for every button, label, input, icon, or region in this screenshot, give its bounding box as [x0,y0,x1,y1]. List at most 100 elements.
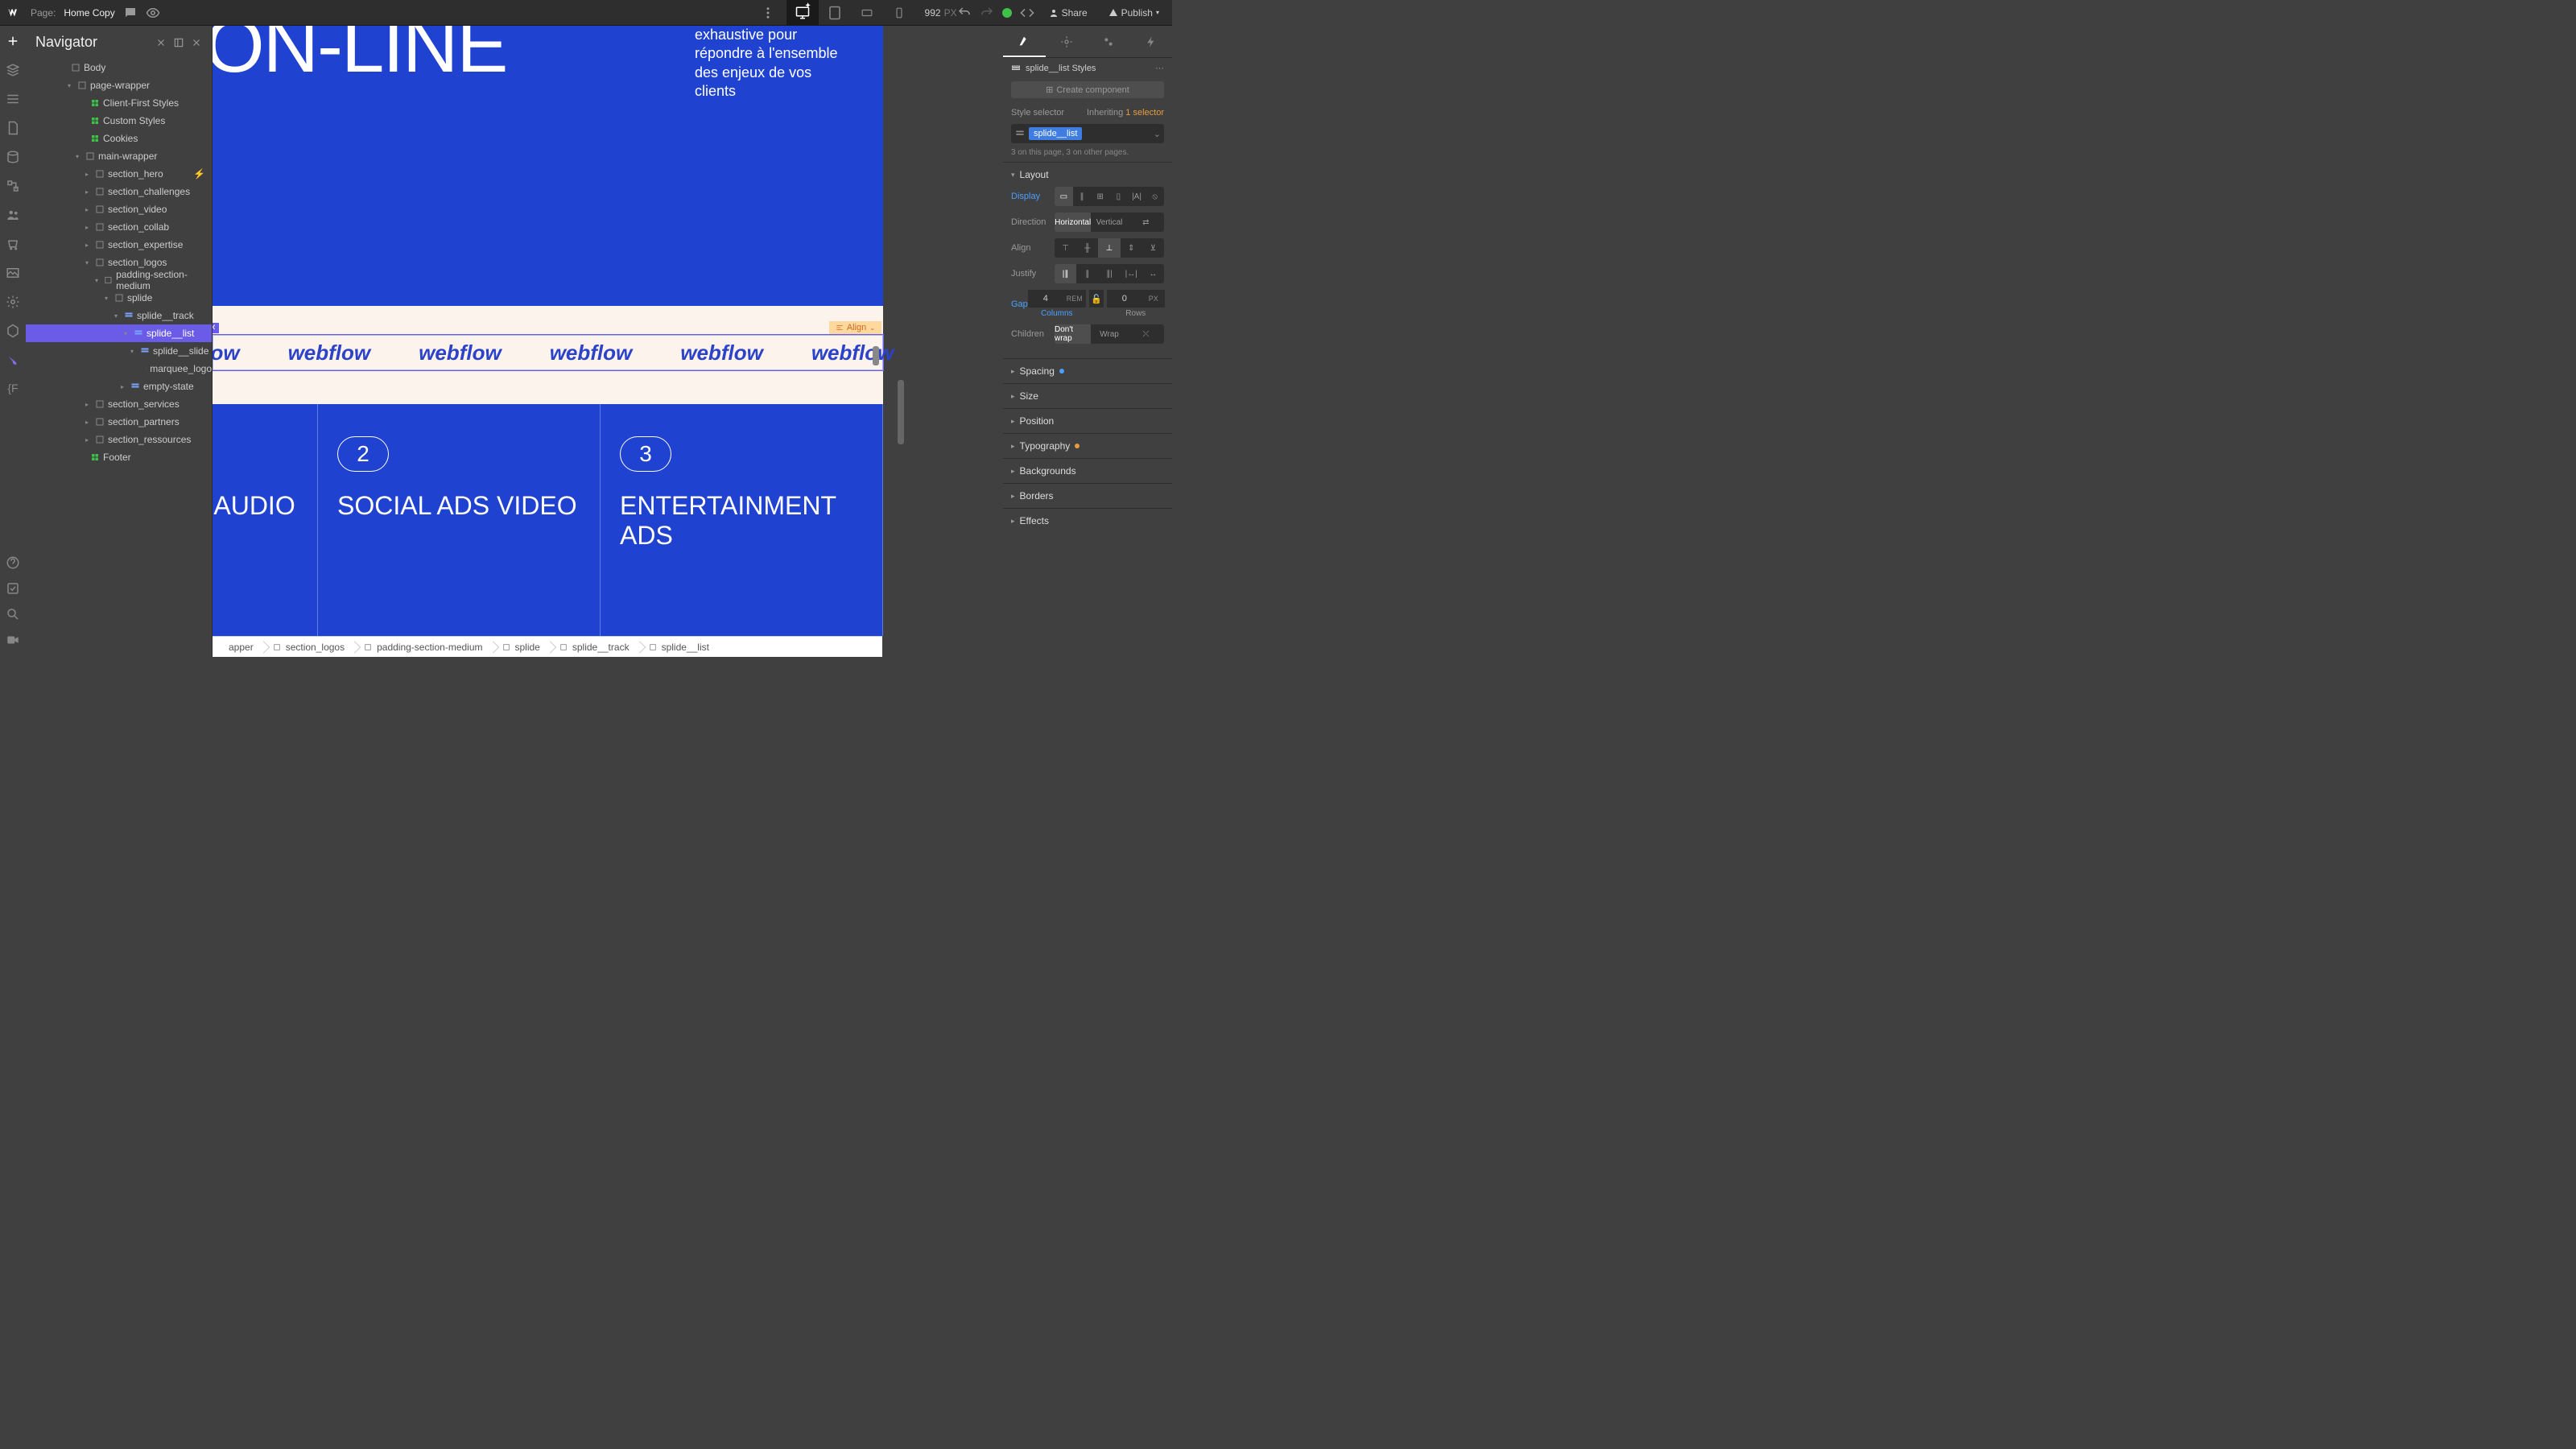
tree-item[interactable]: ▸section_expertise [26,236,212,254]
canvas-scrollbar[interactable] [898,380,904,444]
effects-tab[interactable] [1130,26,1173,57]
settings-icon[interactable] [6,295,20,309]
tree-item[interactable]: ▸empty-state [26,378,212,395]
breadcrumb-item[interactable]: splide [493,637,550,657]
display-inline-button[interactable]: |A| [1128,187,1146,206]
selection-tag[interactable]: ✕ [213,323,219,333]
webflow-logo-icon[interactable] [6,5,23,21]
dock-icon[interactable] [173,37,184,48]
tree-item[interactable]: ▾splide__slide [26,342,212,360]
status-indicator-icon[interactable] [1002,8,1012,18]
tree-item[interactable]: Custom Styles [26,112,212,130]
interactions-tab[interactable] [1088,26,1130,57]
tree-item[interactable]: ▸section_ressources [26,431,212,448]
align-center-button[interactable]: ╫ [1076,238,1098,258]
chevron-down-icon[interactable]: ⌄ [1154,129,1161,139]
variables-icon[interactable]: {F [6,382,20,396]
display-grid-button[interactable]: ⊞ [1091,187,1109,206]
wrap-button[interactable]: Wrap [1091,324,1127,344]
effects-section-header[interactable]: ▸Effects [1003,509,1172,533]
canvas[interactable]: ON-LINE exhaustive pour répondre à l'ens… [213,26,883,636]
display-flex-button[interactable]: ∥ [1073,187,1092,206]
breadcrumb-item[interactable]: splide__list [639,637,719,657]
inner-scrollbar[interactable] [873,346,879,365]
justify-between-button[interactable]: |↔| [1121,264,1142,283]
tree-item[interactable]: ▸section_collab [26,218,212,236]
breadcrumb-item[interactable]: apper [219,637,263,657]
users-icon[interactable] [6,208,20,222]
publish-button[interactable]: Publish▾ [1102,4,1166,22]
code-icon[interactable] [1020,6,1034,20]
direction-reverse-button[interactable]: ⇄ [1128,213,1164,232]
inheriting-link[interactable]: 1 selector [1125,108,1164,118]
dont-wrap-button[interactable]: Don't wrap [1055,324,1091,344]
share-button[interactable]: Share [1042,4,1094,22]
ecommerce-icon[interactable] [6,237,20,251]
backgrounds-section-header[interactable]: ▸Backgrounds [1003,459,1172,483]
tree-item[interactable]: ▾splide [26,289,212,307]
gap-lock-icon[interactable]: 🔓 [1089,290,1104,308]
document-icon[interactable] [6,121,20,135]
preview-icon[interactable] [146,6,160,20]
tree-item[interactable]: Cookies [26,130,212,147]
finsweet-icon[interactable] [6,353,20,367]
tree-item[interactable]: Body [26,59,212,76]
align-baseline-button[interactable]: ⊻ [1142,238,1164,258]
create-component-button[interactable]: ⊞Create component [1011,81,1164,98]
tree-item[interactable]: ▸section_hero⚡ [26,165,212,183]
apps-icon[interactable] [6,324,20,338]
tree-item[interactable]: marquee_logo [26,360,212,378]
navigator-icon[interactable] [6,92,20,106]
tree-item[interactable]: ▸section_partners [26,413,212,431]
direction-horizontal-button[interactable]: Horizontal [1055,213,1091,232]
more-icon[interactable] [761,6,775,20]
cms-icon[interactable] [6,150,20,164]
tree-item[interactable]: ▾padding-section-medium [26,271,212,289]
direction-vertical-button[interactable]: Vertical [1091,213,1127,232]
navigator-tree[interactable]: Body▾page-wrapperClient-First StylesCust… [26,59,212,657]
align-badge[interactable]: Align⌄ [829,321,881,334]
size-section-header[interactable]: ▸Size [1003,384,1172,408]
class-chip[interactable]: splide__list [1029,127,1082,140]
breadcrumb-item[interactable]: splide__track [550,637,639,657]
justify-around-button[interactable]: ↔ [1142,264,1164,283]
tree-item[interactable]: ▸section_challenges [26,183,212,200]
close-icon[interactable] [191,37,202,48]
typography-section-header[interactable]: ▸Typography [1003,434,1172,458]
align-start-button[interactable]: ⊤ [1055,238,1076,258]
mobile-device-button[interactable] [883,0,915,26]
align-end-button[interactable]: ⊥ [1098,238,1120,258]
tree-item[interactable]: Client-First Styles [26,94,212,112]
undo-icon[interactable] [957,6,972,20]
viewport-width[interactable]: 992 [925,7,941,19]
service-card[interactable]: 2SOCIAL ADS VIDEO [318,404,601,636]
tree-item[interactable]: ▸section_video [26,200,212,218]
tree-item[interactable]: ▾splide__list [26,324,212,342]
help-icon[interactable] [6,555,20,570]
marquee-list[interactable]: webflow webflow webflow webflow webflow … [213,335,883,370]
tree-item[interactable]: Footer [26,448,212,466]
style-tab[interactable] [1003,26,1046,57]
tree-item[interactable]: ▾splide__track [26,307,212,324]
tablet-device-button[interactable] [819,0,851,26]
service-card[interactable]: 1STREAMING AUDIO [213,404,318,636]
assets-icon[interactable] [6,266,20,280]
checklist-icon[interactable] [6,581,20,596]
display-inline-block-button[interactable]: ▯ [1109,187,1128,206]
breadcrumb-item[interactable]: section_logos [263,637,354,657]
desktop-device-button[interactable]: ✦ [786,0,819,26]
wrap-reverse-button[interactable]: ⤬ [1128,324,1164,344]
breadcrumb-item[interactable]: padding-section-medium [354,637,492,657]
borders-section-header[interactable]: ▸Borders [1003,484,1172,508]
justify-center-button[interactable]: ∥ [1076,264,1098,283]
tree-item[interactable]: ▾page-wrapper [26,76,212,94]
gap-rows-input[interactable] [1107,290,1142,308]
class-selector-input[interactable]: splide__list ⌄ [1011,124,1164,143]
collapse-icon[interactable] [155,37,167,48]
mobile-landscape-button[interactable] [851,0,883,26]
justify-start-button[interactable]: |∥ [1055,264,1076,283]
settings-tab[interactable] [1046,26,1088,57]
logic-icon[interactable] [6,179,20,193]
display-block-button[interactable]: ▭ [1055,187,1073,206]
display-none-button[interactable]: ⦸ [1146,187,1164,206]
